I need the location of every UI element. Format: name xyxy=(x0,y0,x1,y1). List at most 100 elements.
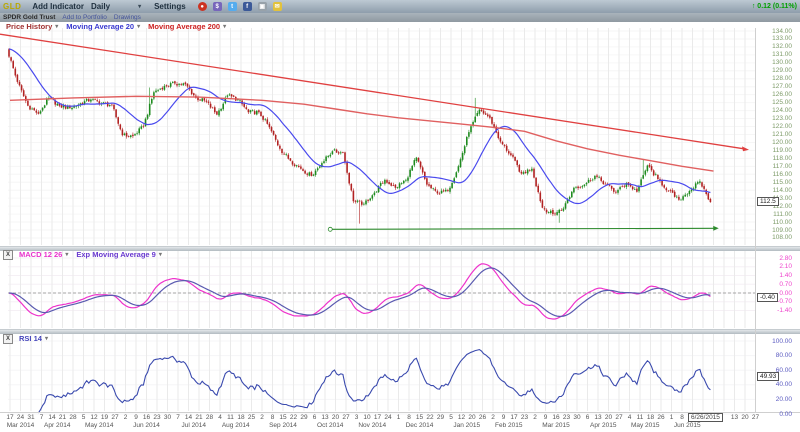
settings-button[interactable]: Settings xyxy=(154,2,186,11)
macd-pane-indicator-0[interactable]: MACD 12 26▾ xyxy=(17,250,68,259)
macd-pane-header: X MACD 12 26▾ Exp Moving Average 9 ▾ xyxy=(3,250,162,259)
macd-axis-tick: 0.70 xyxy=(758,281,792,288)
rsi-axis-tick: 80.00 xyxy=(758,352,792,359)
month-label: May 2015 xyxy=(623,422,667,429)
month-label: Jul 2014 xyxy=(172,422,216,429)
instrument-name: SPDR Gold Trust xyxy=(3,14,55,21)
date-tick-future: 27 xyxy=(749,414,763,421)
add-indicator-button[interactable]: Add Indicator xyxy=(32,2,84,11)
price-axis-tick: 111.00 xyxy=(758,211,792,218)
month-label: Jun 2014 xyxy=(125,422,169,429)
month-label: Jun 2015 xyxy=(665,422,709,429)
macd-pane-indicator-1[interactable]: Exp Moving Average 9 ▾ xyxy=(68,250,161,259)
rsi-pane-indicator-0[interactable]: RSI 14▾ xyxy=(17,334,48,343)
rsi-pane-close-button[interactable]: X xyxy=(3,334,13,344)
value-axis-border xyxy=(755,28,756,412)
price-axis-tick: 126.00 xyxy=(758,91,792,98)
main-toolbar: GLD Add Indicator Daily ▾ Settings ● $ tf ▣… xyxy=(0,0,800,13)
last-rsi-box: 49.93 xyxy=(757,372,779,381)
timeframe-caret-icon[interactable]: ▾ xyxy=(138,3,141,10)
rsi-axis-tick: 20.00 xyxy=(758,396,792,403)
month-label: Jan 2015 xyxy=(445,422,489,429)
symbol-label: GLD xyxy=(3,2,21,11)
current-date-box: 6/26/2015 xyxy=(688,413,723,422)
price-pane-header: Price History▾Moving Average 20▾Moving A… xyxy=(4,22,226,31)
price-axis-tick: 118.00 xyxy=(758,155,792,162)
price-axis-tick: 122.00 xyxy=(758,123,792,130)
price-axis-tick: 129.00 xyxy=(758,67,792,74)
price-axis-tick: 109.00 xyxy=(758,227,792,234)
price-axis-tick: 121.00 xyxy=(758,131,792,138)
date-axis-border xyxy=(0,412,800,413)
month-label: Apr 2014 xyxy=(35,422,79,429)
price-axis-tick: 120.00 xyxy=(758,139,792,146)
month-label: Mar 2015 xyxy=(534,422,578,429)
share-icons: ● $ tf ▣ ✉ xyxy=(198,2,282,11)
stocktwits-icon[interactable]: $ xyxy=(213,2,222,11)
twitter-icon[interactable]: t xyxy=(228,2,237,11)
timeframe-dropdown[interactable]: Daily xyxy=(91,2,110,11)
dropdown-caret-icon[interactable]: ▾ xyxy=(159,251,162,258)
price-change-text: 0.12 (0.11%) xyxy=(757,3,797,10)
macd-pane-indicator-label: Exp Moving Average 9 xyxy=(76,250,155,259)
price-axis-tick: 119.00 xyxy=(758,147,792,154)
price-pane-indicator-2[interactable]: Moving Average 200▾ xyxy=(140,22,226,31)
price-axis-tick: 108.00 xyxy=(758,234,792,241)
price-axis-tick: 117.00 xyxy=(758,163,792,170)
price-axis-tick: 110.00 xyxy=(758,219,792,226)
price-axis-tick: 114.00 xyxy=(758,187,792,194)
price-pane-indicator-label: Price History xyxy=(6,22,52,31)
last-price-box: 112.5 xyxy=(757,197,779,206)
email-icon[interactable]: ✉ xyxy=(273,2,282,11)
last-macd-box: -0.40 xyxy=(757,293,778,302)
month-label: Aug 2014 xyxy=(214,422,258,429)
price-axis-tick: 134.00 xyxy=(758,28,792,35)
rsi-axis-tick: 0.00 xyxy=(758,411,792,418)
month-label: Oct 2014 xyxy=(308,422,352,429)
price-axis-tick: 130.00 xyxy=(758,59,792,66)
month-label: Feb 2015 xyxy=(487,422,531,429)
price-axis-tick: 124.00 xyxy=(758,107,792,114)
price-axis-tick: 132.00 xyxy=(758,43,792,50)
add-to-portfolio-link[interactable]: Add to Portfolio xyxy=(62,14,106,21)
price-pane-indicator-1[interactable]: Moving Average 20▾ xyxy=(58,22,140,31)
drawings-link[interactable]: Drawings xyxy=(114,14,141,21)
dropdown-caret-icon[interactable]: ▾ xyxy=(223,23,226,30)
price-axis-tick: 133.00 xyxy=(758,35,792,42)
price-pane-indicator-label: Moving Average 200 xyxy=(148,22,220,31)
camera-icon[interactable]: ▣ xyxy=(258,2,267,11)
price-axis-tick: 116.00 xyxy=(758,171,792,178)
price-axis-tick: 127.00 xyxy=(758,83,792,90)
symbol-subheader: SPDR Gold Trust Add to Portfolio Drawing… xyxy=(0,13,800,22)
month-label: May 2014 xyxy=(77,422,121,429)
month-label: Dec 2014 xyxy=(398,422,442,429)
price-axis-tick: 128.00 xyxy=(758,75,792,82)
month-label: Sep 2014 xyxy=(261,422,305,429)
facebook-icon[interactable]: f xyxy=(243,2,252,11)
price-axis-tick: 115.00 xyxy=(758,179,792,186)
price-change-badge: ↑ 0.12 (0.11%) xyxy=(752,3,797,10)
rsi-axis-tick: 100.00 xyxy=(758,338,792,345)
chart-canvas[interactable] xyxy=(0,0,800,432)
rsi-pane-header: X RSI 14▾ xyxy=(3,334,48,343)
rsi-axis-tick: 40.00 xyxy=(758,381,792,388)
month-label: Apr 2015 xyxy=(581,422,625,429)
pane-divider-2[interactable] xyxy=(0,329,800,334)
macd-axis-tick: 2.10 xyxy=(758,263,792,270)
macd-pane-indicator-label: MACD 12 26 xyxy=(19,250,62,259)
price-pane-indicator-0[interactable]: Price History▾ xyxy=(4,22,58,31)
price-axis-tick: 123.00 xyxy=(758,115,792,122)
date-tick: 8 xyxy=(675,414,689,421)
rsi-pane-indicator-label: RSI 14 xyxy=(19,334,42,343)
price-pane-indicator-label: Moving Average 20 xyxy=(66,22,134,31)
dropdown-caret-icon[interactable]: ▾ xyxy=(45,335,48,342)
macd-axis-tick: -1.40 xyxy=(758,307,792,314)
macd-axis-tick: 1.40 xyxy=(758,272,792,279)
macd-pane-close-button[interactable]: X xyxy=(3,250,13,260)
price-axis-tick: 131.00 xyxy=(758,51,792,58)
macd-axis-tick: 2.80 xyxy=(758,255,792,262)
record-icon[interactable]: ● xyxy=(198,2,207,11)
up-arrow-icon: ↑ xyxy=(752,3,756,10)
month-label: Nov 2014 xyxy=(350,422,394,429)
price-axis-tick: 125.00 xyxy=(758,99,792,106)
